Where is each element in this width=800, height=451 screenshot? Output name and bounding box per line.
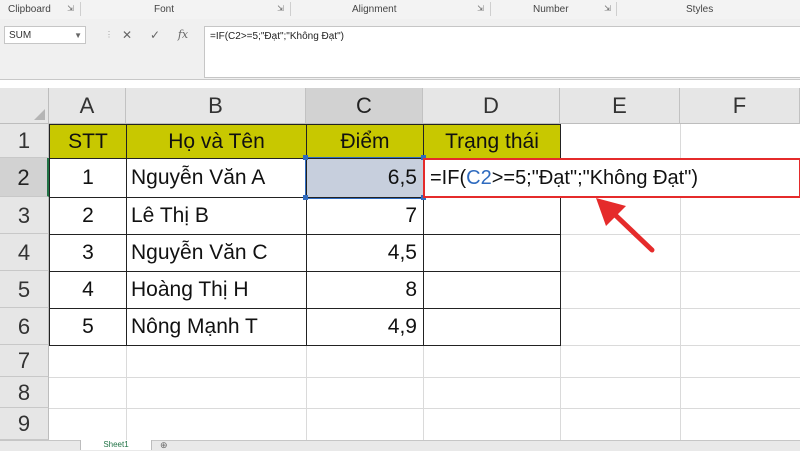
select-all-triangle-icon [34, 109, 45, 120]
table-cell-stt[interactable]: 4 [49, 271, 127, 309]
table-cell-name[interactable]: Lê Thị B [126, 197, 307, 235]
add-sheet-icon[interactable]: ⊕ [160, 441, 168, 450]
column-header-f[interactable]: F [680, 88, 800, 124]
formula-input[interactable]: =IF(C2>=5;"Đạt";"Không Đạt") [204, 26, 800, 78]
header-cell-score[interactable]: Điểm [306, 124, 424, 159]
clipboard-launcher-icon[interactable]: ⇲ [66, 4, 75, 13]
alignment-launcher-icon[interactable]: ⇲ [476, 4, 485, 13]
insert-function-icon[interactable]: fx [172, 26, 194, 44]
header-cell-name[interactable]: Họ và Tên [126, 124, 307, 159]
range-reference-outline [305, 157, 425, 199]
table-cell-stt[interactable]: 5 [49, 308, 127, 346]
ribbon-group-clipboard: Clipboard [8, 4, 51, 15]
range-handle[interactable] [303, 155, 308, 160]
number-launcher-icon[interactable]: ⇲ [603, 4, 612, 13]
ribbon-group-number: Number [533, 4, 569, 15]
table-cell-status[interactable] [423, 308, 561, 346]
formula-bar: SUM ▼ ⋮ ✕ ✓ fx =IF(C2>=5;"Đạt";"Không Đạ… [0, 19, 800, 80]
header-cell-stt[interactable]: STT [49, 124, 127, 159]
table-cell-score[interactable]: 4,5 [306, 234, 424, 272]
ribbon-group-font: Font [154, 4, 175, 15]
table-cell-stt[interactable]: 2 [49, 197, 127, 235]
table-cell-name[interactable]: Nguyễn Văn C [126, 234, 307, 272]
table-cell-stt[interactable]: 3 [49, 234, 127, 272]
formula-cell-reference: C2 [466, 167, 492, 189]
row-header-8[interactable]: 8 [0, 377, 49, 408]
row-header-7[interactable]: 7 [0, 345, 49, 377]
column-header-b[interactable]: B [126, 88, 306, 124]
table-cell-status[interactable] [423, 234, 561, 272]
row-header-6[interactable]: 6 [0, 308, 49, 345]
chevron-down-icon[interactable]: ▼ [74, 27, 82, 45]
table-cell-status[interactable] [423, 197, 561, 235]
table-cell-stt[interactable]: 1 [49, 158, 127, 198]
column-header-e[interactable]: E [560, 88, 680, 124]
table-cell-score[interactable]: 7 [306, 197, 424, 235]
range-handle[interactable] [303, 195, 308, 200]
table-cell-score[interactable]: 8 [306, 271, 424, 309]
ribbon-group-alignment: Alignment [352, 4, 397, 15]
name-box-value: SUM [9, 30, 32, 41]
row-header-2[interactable]: 2 [0, 158, 49, 197]
check-icon[interactable]: ✓ [144, 26, 166, 44]
ribbon-divider [616, 2, 617, 16]
name-box[interactable]: SUM ▼ [4, 26, 86, 44]
formula-suffix: >=5;"Đạt";"Không Đạt") [491, 167, 698, 189]
row-header-1[interactable]: 1 [0, 124, 49, 158]
close-icon[interactable]: ✕ [116, 26, 138, 44]
column-header-a[interactable]: A [49, 88, 126, 124]
font-launcher-icon[interactable]: ⇲ [276, 4, 285, 13]
red-arrow-icon [596, 198, 655, 253]
ribbon-divider [490, 2, 491, 16]
table-cell-status[interactable] [423, 271, 561, 309]
select-all-corner[interactable] [0, 88, 49, 124]
table-cell-score[interactable]: 4,9 [306, 308, 424, 346]
table-cell-name[interactable]: Hoàng Thị H [126, 271, 307, 309]
ribbon-divider [80, 2, 81, 16]
sheet-tab[interactable]: Sheet1 [80, 440, 152, 450]
editing-cell-d2[interactable]: =IF(C2>=5;"Đạt";"Không Đạt") [423, 158, 800, 198]
ribbon-divider [290, 2, 291, 16]
table-cell-name[interactable]: Nguyễn Văn A [126, 158, 307, 198]
formula-prefix: =IF( [430, 167, 467, 189]
row-header-5[interactable]: 5 [0, 271, 49, 308]
header-cell-status[interactable]: Trạng thái [423, 124, 561, 159]
table-cell-name[interactable]: Nông Mạnh T [126, 308, 307, 346]
ribbon-group-styles: Styles [686, 4, 714, 15]
column-header-d[interactable]: D [423, 88, 560, 124]
row-header-9[interactable]: 9 [0, 408, 49, 440]
row-header-3[interactable]: 3 [0, 197, 49, 234]
column-header-c[interactable]: C [306, 88, 423, 124]
row-header-4[interactable]: 4 [0, 234, 49, 271]
ribbon-group-labels: Clipboard ⇲ Font ⇲ Alignment ⇲ Number ⇲ … [0, 0, 800, 20]
